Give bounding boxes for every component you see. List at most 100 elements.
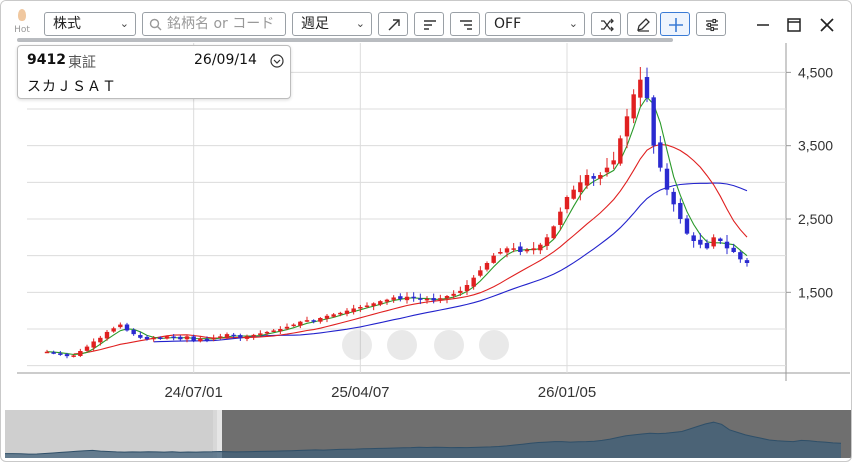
candle-body bbox=[78, 351, 83, 356]
candle-body bbox=[211, 337, 216, 340]
pencil-icon bbox=[637, 18, 650, 32]
period-select[interactable]: 週足 ⌄ bbox=[292, 12, 372, 36]
candle-body bbox=[564, 197, 570, 210]
navigator-left-handle bbox=[217, 410, 222, 458]
candle-body bbox=[638, 79, 643, 98]
candle-body bbox=[164, 336, 170, 339]
candle-body bbox=[404, 296, 410, 301]
candle-body bbox=[484, 263, 490, 270]
candle-body bbox=[551, 226, 556, 239]
ghost-control-minus bbox=[342, 330, 372, 360]
candle-body bbox=[651, 97, 656, 146]
x-tick-label: 24/07/01 bbox=[164, 384, 222, 401]
candle-body bbox=[744, 260, 750, 263]
maximize-button[interactable] bbox=[782, 13, 806, 37]
candle-body bbox=[558, 211, 563, 225]
hot-button[interactable]: Hot bbox=[11, 7, 33, 37]
align-right-icon bbox=[460, 20, 472, 30]
trend-line-button[interactable] bbox=[378, 12, 408, 36]
ma-long-line bbox=[153, 182, 748, 343]
candle-body bbox=[264, 331, 270, 334]
candle-body bbox=[238, 335, 243, 338]
candle-body bbox=[671, 191, 676, 205]
candle-body bbox=[618, 138, 623, 164]
close-icon bbox=[820, 18, 834, 32]
candle-body bbox=[144, 336, 150, 340]
candle-body bbox=[678, 202, 683, 219]
crosshair-button[interactable] bbox=[660, 12, 690, 36]
candle-body bbox=[124, 324, 130, 331]
candle-body bbox=[684, 218, 690, 234]
candle-body bbox=[424, 298, 430, 301]
date-label: 26/09/14 bbox=[194, 52, 257, 68]
candle-body bbox=[591, 176, 596, 179]
candle-body bbox=[298, 321, 303, 326]
indicator-select[interactable]: OFF ⌄ bbox=[485, 12, 585, 36]
align-right-button[interactable] bbox=[450, 12, 480, 36]
candle-body bbox=[391, 297, 396, 300]
indicator-select-value: OFF bbox=[494, 16, 522, 32]
candle-body bbox=[584, 175, 590, 186]
candle-body bbox=[731, 247, 736, 252]
y-tick-label: 3,500 bbox=[798, 138, 833, 154]
candle-body bbox=[491, 255, 496, 263]
candle-body bbox=[204, 339, 210, 341]
chevron-down-icon: ⌄ bbox=[119, 17, 129, 30]
candle-body bbox=[178, 336, 183, 340]
candle-body bbox=[98, 337, 103, 343]
symbol-info-box: 9412 東証 26/09/14 スカＪＳＡＴ bbox=[17, 45, 291, 99]
ghost-control-plus bbox=[387, 330, 417, 360]
candle-body bbox=[311, 320, 316, 322]
pencil-button[interactable] bbox=[627, 12, 657, 36]
candle-body bbox=[198, 338, 203, 342]
candle-body bbox=[151, 337, 156, 340]
x-axis-labels: 24/07/01 25/04/07 26/01/05 bbox=[164, 384, 596, 401]
candle-body bbox=[324, 315, 330, 319]
candle-body bbox=[631, 94, 636, 119]
close-button[interactable] bbox=[815, 13, 839, 37]
candle-body bbox=[158, 337, 163, 339]
candle-body bbox=[644, 77, 650, 98]
candle-body bbox=[691, 235, 696, 241]
candle-body bbox=[331, 314, 336, 317]
align-left-icon bbox=[424, 20, 436, 30]
y-tick-label: 1,500 bbox=[798, 284, 833, 300]
candle-body bbox=[244, 336, 250, 339]
range-navigator[interactable] bbox=[5, 410, 851, 458]
flame-icon bbox=[18, 9, 26, 21]
candle-body bbox=[304, 320, 310, 322]
market-select[interactable]: 株式 ⌄ bbox=[44, 12, 136, 36]
candlesticks bbox=[44, 67, 750, 359]
moving-averages bbox=[46, 96, 748, 356]
ghost-zoom-controls bbox=[342, 330, 509, 360]
symbol-name: スカＪＳＡＴ bbox=[27, 79, 117, 95]
shuffle-button[interactable] bbox=[591, 12, 621, 36]
candle-body bbox=[451, 293, 456, 296]
candle-body bbox=[531, 248, 536, 251]
candle-body bbox=[351, 308, 356, 313]
search-input[interactable]: 銘柄名 or コード bbox=[142, 12, 286, 36]
candle-body bbox=[544, 237, 550, 246]
chevron-circle-down-icon[interactable] bbox=[270, 54, 284, 68]
x-tick-label: 26/01/05 bbox=[538, 384, 596, 401]
settings-button[interactable] bbox=[696, 12, 726, 36]
align-left-button[interactable] bbox=[414, 12, 444, 36]
candle-body bbox=[698, 239, 703, 245]
toolbar: Hot 株式 ⌄ 銘柄名 or コード 週足 ⌄ OFF ⌄ bbox=[1, 1, 851, 42]
candle-body bbox=[498, 252, 503, 254]
candle-body bbox=[458, 290, 463, 293]
minimize-button[interactable] bbox=[751, 13, 775, 37]
candle-body bbox=[738, 252, 743, 260]
candle-body bbox=[118, 324, 123, 328]
candle-body bbox=[384, 299, 390, 302]
candle-body bbox=[624, 116, 630, 137]
candle-body bbox=[224, 334, 230, 338]
candle-body bbox=[418, 298, 423, 300]
candle-body bbox=[538, 244, 543, 251]
candle-body bbox=[718, 238, 723, 241]
candle-body bbox=[571, 189, 576, 199]
candle-body bbox=[438, 298, 443, 300]
exchange-label: 東証 bbox=[68, 55, 96, 71]
candle-body bbox=[358, 307, 363, 309]
crosshair-plus-icon bbox=[669, 18, 683, 32]
